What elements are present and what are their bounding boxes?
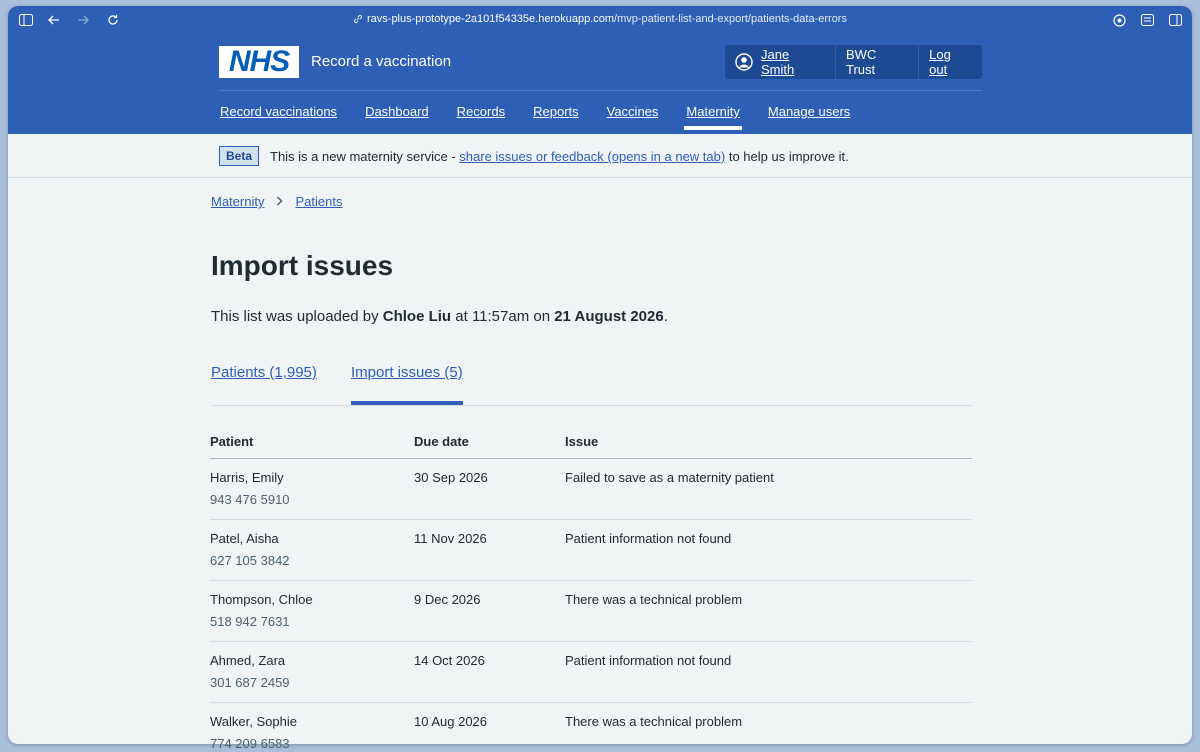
- tab-import-issues[interactable]: Import issues (5): [351, 364, 463, 405]
- service-name[interactable]: Record a vaccination: [311, 53, 451, 70]
- patient-name: Walker, Sophie: [210, 714, 297, 729]
- lead-suffix: .: [663, 308, 668, 325]
- logout-link[interactable]: Log out: [929, 47, 972, 77]
- upload-summary: This list was uploaded by Chloe Liu at 1…: [211, 308, 668, 325]
- patient-name: Patel, Aisha: [210, 531, 279, 546]
- nhs-logo-text: NHS: [228, 45, 290, 78]
- user-icon: [735, 53, 753, 71]
- uploaded-by: Chloe Liu: [382, 308, 452, 325]
- breadcrumb: Maternity Patients: [211, 194, 342, 209]
- link-icon: [353, 14, 363, 27]
- account-panel: Jane Smith BWC Trust Log out: [725, 45, 982, 79]
- nav-maternity[interactable]: Maternity: [684, 104, 743, 130]
- patient-cell: Patel, Aisha 627 105 3842: [210, 519, 414, 581]
- address-bar[interactable]: ravs-plus-prototype-2a101f54335e.herokua…: [8, 13, 1192, 27]
- phase-text-after: to help us improve it.: [725, 149, 849, 164]
- table-header-row: Patient Due date Issue: [210, 428, 972, 459]
- url-host: ravs-plus-prototype-2a101f54335e.herokua…: [367, 13, 615, 25]
- upload-date: 21 August 2026: [554, 308, 664, 325]
- patient-name: Harris, Emily: [210, 470, 284, 485]
- phase-text-before: This is a new maternity service -: [270, 149, 460, 164]
- issue-cell: Patient information not found: [565, 519, 972, 581]
- nav-reports[interactable]: Reports: [533, 104, 579, 129]
- due-date-cell: 11 Nov 2026: [414, 519, 565, 581]
- patient-name: Ahmed, Zara: [210, 653, 286, 668]
- patient-name: Thompson, Chloe: [210, 592, 313, 607]
- breadcrumb-patients[interactable]: Patients: [295, 194, 342, 209]
- account-organisation: BWC Trust: [835, 45, 918, 79]
- nav-manage-users[interactable]: Manage users: [768, 104, 850, 129]
- nav-vaccines[interactable]: Vaccines: [607, 104, 659, 129]
- table-row: Thompson, Chloe 518 942 7631 9 Dec 2026 T…: [210, 580, 972, 642]
- extension-icon[interactable]: [1111, 12, 1127, 28]
- phase-banner: Beta This is a new maternity service - s…: [8, 134, 1192, 178]
- column-header-patient: Patient: [210, 428, 414, 459]
- lead-mid: at 11:57am on: [451, 308, 555, 325]
- url-path: /mvp-patient-list-and-export/patients-da…: [614, 13, 847, 25]
- nhs-number: 301 687 2459: [210, 675, 290, 690]
- issue-cell: There was a technical problem: [565, 580, 972, 642]
- nhs-number: 627 105 3842: [210, 553, 290, 568]
- tabs: Patients (1,995) Import issues (5): [211, 364, 973, 406]
- nav-record-vaccinations[interactable]: Record vaccinations: [220, 104, 337, 129]
- beta-tag: Beta: [219, 146, 260, 166]
- site-header: NHS Record a vaccination Jane Smith BWC …: [8, 34, 1192, 134]
- column-header-due-date: Due date: [414, 428, 565, 459]
- split-view-icon[interactable]: [1167, 12, 1183, 28]
- due-date-cell: 30 Sep 2026: [414, 458, 565, 520]
- lead-prefix: This list was uploaded by: [211, 308, 383, 325]
- primary-nav: Record vaccinations Dashboard Records Re…: [220, 104, 878, 130]
- patient-cell: Walker, Sophie 774 209 6583: [210, 702, 414, 752]
- table-row: Harris, Emily 943 476 5910 30 Sep 2026 Fa…: [210, 458, 972, 520]
- due-date-cell: 10 Aug 2026: [414, 702, 565, 752]
- issue-cell: There was a technical problem: [565, 702, 972, 752]
- feedback-link[interactable]: share issues or feedback (opens in a new…: [459, 149, 725, 164]
- logout-link-wrap: Log out: [918, 45, 982, 79]
- due-date-cell: 14 Oct 2026: [414, 641, 565, 703]
- patient-cell: Thompson, Chloe 518 942 7631: [210, 580, 414, 642]
- table-row: Patel, Aisha 627 105 3842 11 Nov 2026 Pat…: [210, 519, 972, 581]
- table-row: Walker, Sophie 774 209 6583 10 Aug 2026 T…: [210, 702, 972, 752]
- nhs-number: 943 476 5910: [210, 492, 290, 507]
- patient-cell: Ahmed, Zara 301 687 2459: [210, 641, 414, 703]
- due-date-cell: 9 Dec 2026: [414, 580, 565, 642]
- phase-banner-text: This is a new maternity service - share …: [270, 149, 849, 164]
- nhs-number: 518 942 7631: [210, 614, 290, 629]
- nav-dashboard[interactable]: Dashboard: [365, 104, 429, 129]
- nhs-logo[interactable]: NHS: [219, 45, 299, 78]
- page-title: Import issues: [211, 250, 394, 281]
- tab-patients[interactable]: Patients (1,995): [211, 364, 317, 381]
- nhs-number: 774 209 6583: [210, 736, 290, 751]
- nav-records[interactable]: Records: [457, 104, 505, 129]
- table-row: Ahmed, Zara 301 687 2459 14 Oct 2026 Pati…: [210, 641, 972, 703]
- import-issues-table: Patient Due date Issue Harris, Emily 943 …: [210, 428, 972, 752]
- column-header-issue: Issue: [565, 428, 972, 459]
- account-user-link[interactable]: Jane Smith: [761, 47, 825, 77]
- patient-cell: Harris, Emily 943 476 5910: [210, 458, 414, 520]
- issue-cell: Patient information not found: [565, 641, 972, 703]
- browser-toolbar: ravs-plus-prototype-2a101f54335e.herokua…: [8, 6, 1192, 34]
- issue-cell: Failed to save as a maternity patient: [565, 458, 972, 520]
- chevron-right-icon: [276, 194, 284, 209]
- account-user: Jane Smith: [725, 45, 835, 79]
- reader-icon[interactable]: [1139, 12, 1155, 28]
- header-divider: [219, 90, 982, 91]
- breadcrumb-maternity[interactable]: Maternity: [211, 194, 264, 209]
